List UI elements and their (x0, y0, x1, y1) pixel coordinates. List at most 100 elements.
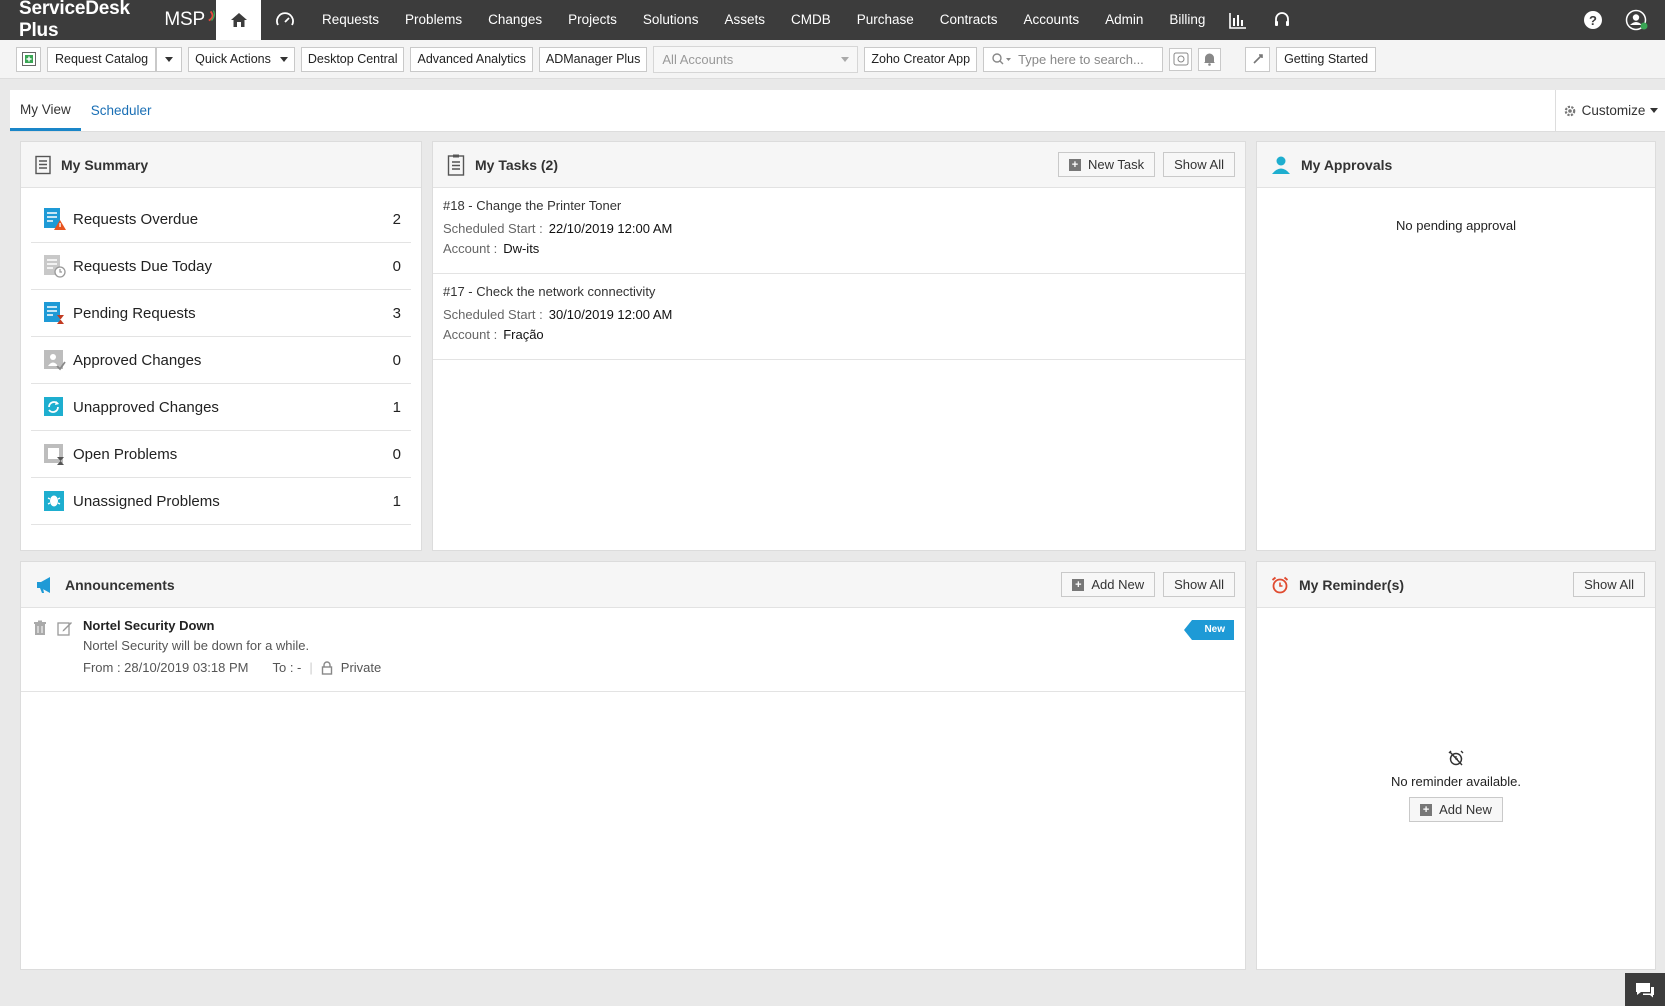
nav-accounts[interactable]: Accounts (1011, 0, 1093, 40)
summary-row-open-problems[interactable]: Open Problems 0 (31, 431, 411, 478)
announcement-body: Nortel Security Down Nortel Security wil… (83, 618, 381, 681)
accounts-select-value: All Accounts (662, 51, 734, 67)
gauge-icon (276, 12, 294, 26)
task-start-value: 30/10/2019 12:00 AM (548, 307, 673, 322)
summary-row-pending-requests[interactable]: Pending Requests 3 (31, 290, 411, 337)
summary-label: Unassigned Problems (73, 492, 220, 510)
nav-changes[interactable]: Changes (475, 0, 555, 40)
chat-button[interactable] (1625, 973, 1665, 1006)
summary-count[interactable]: 0 (393, 258, 401, 275)
nav-purchase[interactable]: Purchase (844, 0, 927, 40)
new-task-label: New Task (1088, 157, 1145, 172)
nav-requests[interactable]: Requests (309, 0, 392, 40)
nav-cmdb[interactable]: CMDB (778, 0, 844, 40)
edit-icon[interactable] (57, 620, 73, 636)
tab-scheduler[interactable]: Scheduler (81, 90, 162, 131)
summary-count[interactable]: 0 (393, 446, 401, 463)
nav-admin[interactable]: Admin (1092, 0, 1156, 40)
task-start-label: Scheduled Start : (443, 221, 543, 236)
advanced-analytics-button[interactable]: Advanced Analytics (410, 46, 533, 72)
desktop-central-button[interactable]: Desktop Central (300, 46, 405, 72)
scan-button[interactable] (1169, 47, 1193, 71)
quick-actions-button[interactable]: Quick Actions (188, 46, 295, 72)
task-title[interactable]: #18 - Change the Printer Toner (443, 198, 1235, 213)
support-button[interactable] (1258, 0, 1306, 40)
summary-count[interactable]: 1 (393, 399, 401, 416)
requests-overdue-icon (44, 208, 66, 230)
zoho-creator-button[interactable]: Zoho Creator App (864, 46, 978, 72)
summary-label: Requests Overdue (73, 210, 199, 228)
nav-contracts[interactable]: Contracts (927, 0, 1011, 40)
getting-started-icon-button[interactable] (1245, 46, 1271, 72)
summary-row-unapproved-changes[interactable]: Unapproved Changes 1 (31, 384, 411, 431)
request-catalog-caret[interactable] (156, 46, 183, 72)
summary-count[interactable]: 3 (393, 305, 401, 322)
task-title[interactable]: #17 - Check the network connectivity (443, 284, 1235, 299)
summary-row-approved-changes[interactable]: Approved Changes 0 (31, 337, 411, 384)
nav-problems[interactable]: Problems (392, 0, 475, 40)
new-request-button[interactable] (16, 46, 41, 72)
nav-assets[interactable]: Assets (711, 0, 778, 40)
dashboard-button[interactable] (261, 0, 309, 40)
announcements-show-all-button[interactable]: Show All (1163, 572, 1235, 597)
reports-button[interactable] (1218, 0, 1258, 40)
brand-logo[interactable]: ServiceDesk Plus MSP (0, 0, 216, 41)
new-task-button[interactable]: + New Task (1058, 152, 1156, 177)
my-tasks-header: My Tasks (2) + New Task Show All (433, 142, 1245, 188)
help-icon[interactable]: ? (1583, 10, 1603, 30)
tasks-show-all-button[interactable]: Show All (1163, 152, 1235, 177)
announcement-meta: From : 28/10/2019 03:18 PM To : - | Priv… (83, 660, 381, 675)
search-input[interactable]: Type here to search... (983, 46, 1164, 72)
alarm-clock-icon (1271, 576, 1289, 593)
summary-count[interactable]: 2 (393, 211, 401, 228)
announcements-title: Announcements (65, 576, 175, 593)
summary-count[interactable]: 1 (393, 493, 401, 510)
top-navigation: ServiceDesk Plus MSP Requests Problems C… (0, 0, 1665, 41)
task-item[interactable]: #17 - Check the network connectivity Sch… (433, 274, 1245, 360)
plus-icon: + (1069, 158, 1081, 171)
summary-label: Open Problems (73, 445, 178, 463)
my-tasks-actions: + New Task Show All (1058, 152, 1235, 177)
pending-requests-icon (44, 302, 64, 324)
request-catalog-button[interactable]: Request Catalog (47, 46, 157, 72)
open-problems-icon (44, 444, 64, 465)
customize-button[interactable]: Customize (1555, 90, 1665, 131)
announcements-panel: Announcements + Add New Show All Nortel … (20, 561, 1246, 970)
chevron-down-icon (165, 56, 174, 62)
reminder-add-new-button[interactable]: + Add New (1409, 797, 1503, 822)
summary-label: Pending Requests (73, 304, 196, 322)
announcement-add-new-button[interactable]: + Add New (1061, 572, 1156, 597)
task-start-label: Scheduled Start : (443, 307, 543, 322)
alarm-off-icon (1448, 750, 1464, 766)
home-button[interactable] (216, 0, 261, 40)
task-start-value: 22/10/2019 12:00 AM (548, 221, 673, 236)
nav-solutions[interactable]: Solutions (630, 0, 712, 40)
nav-billing[interactable]: Billing (1156, 0, 1218, 40)
task-account-value: Dw-its (503, 241, 540, 256)
announcement-title[interactable]: Nortel Security Down (83, 618, 381, 633)
summary-count[interactable]: 0 (393, 352, 401, 369)
summary-label: Requests Due Today (73, 257, 212, 275)
task-start-row: Scheduled Start : 30/10/2019 12:00 AM (443, 307, 1235, 322)
notifications-button[interactable] (1198, 47, 1222, 71)
summary-row-unassigned-problems[interactable]: Unassigned Problems 1 (31, 478, 411, 525)
new-request-icon (21, 52, 36, 66)
user-approval-icon (1272, 156, 1290, 174)
announcement-visibility: Private (340, 660, 382, 675)
summary-row-requests-due-today[interactable]: Requests Due Today 0 (31, 243, 411, 290)
nav-projects[interactable]: Projects (555, 0, 630, 40)
view-tabs: My View Scheduler Customize (10, 90, 1665, 132)
trash-icon[interactable] (33, 620, 47, 636)
admanager-plus-button[interactable]: ADManager Plus (538, 46, 648, 72)
reminder-add-new-label: Add New (1439, 802, 1492, 817)
user-profile-icon[interactable] (1625, 9, 1649, 31)
accounts-select[interactable]: All Accounts (653, 45, 859, 73)
tab-my-view[interactable]: My View (10, 90, 81, 131)
reminders-show-all-button[interactable]: Show All (1573, 572, 1645, 597)
task-account-value: Fração (503, 327, 544, 342)
summary-row-requests-overdue[interactable]: Requests Overdue 2 (31, 196, 411, 243)
chat-icon (1636, 982, 1654, 997)
task-item[interactable]: #18 - Change the Printer Toner Scheduled… (433, 188, 1245, 274)
getting-started-button[interactable]: Getting Started (1276, 46, 1377, 72)
chevron-down-icon (841, 56, 850, 62)
